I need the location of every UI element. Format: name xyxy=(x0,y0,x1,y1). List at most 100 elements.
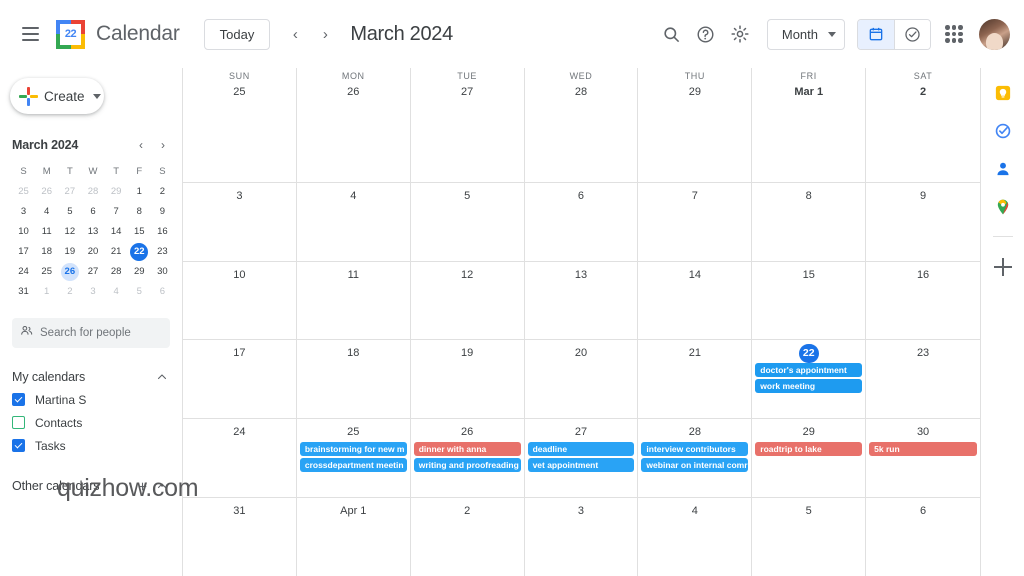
event-chip[interactable]: vet appointment xyxy=(527,458,635,473)
calendar-day-cell[interactable]: 26 dinner with anna writing and proofreadi… xyxy=(411,419,525,498)
next-period-button[interactable]: › xyxy=(310,19,340,49)
mini-day[interactable]: 19 xyxy=(58,242,81,262)
contacts-icon[interactable] xyxy=(992,158,1014,180)
calendar-day-cell[interactable]: Mar 1 xyxy=(752,104,867,182)
calendar-day-cell[interactable]: 28 xyxy=(525,104,639,182)
mini-day[interactable]: 9 xyxy=(151,202,174,222)
calendar-checkbox[interactable] xyxy=(12,416,25,429)
apps-grid-icon[interactable] xyxy=(937,17,971,51)
day-number[interactable]: 21 xyxy=(638,343,751,363)
mini-day[interactable]: 17 xyxy=(12,242,35,262)
mini-day[interactable]: 5 xyxy=(58,202,81,222)
calendar-day-cell[interactable]: 13 xyxy=(525,261,639,340)
day-number[interactable]: 31 xyxy=(183,501,296,521)
day-number[interactable]: 27 xyxy=(525,422,638,442)
calendar-day-cell[interactable]: 26 xyxy=(297,104,411,182)
calendar-list-item[interactable]: Tasks xyxy=(12,434,172,457)
calendar-day-cell[interactable]: 5 xyxy=(411,182,525,261)
prev-period-button[interactable]: ‹ xyxy=(280,19,310,49)
other-calendars-header[interactable]: Other calendars xyxy=(12,475,172,497)
today-button[interactable]: Today xyxy=(203,18,271,50)
calendar-day-cell[interactable]: 10 xyxy=(183,261,297,340)
mini-prev-button[interactable]: ‹ xyxy=(130,134,152,156)
calendar-day-cell[interactable]: 27 deadline vet appointment xyxy=(525,419,639,498)
calendar-day-cell[interactable]: 18 xyxy=(297,340,411,419)
day-number[interactable]: 9 xyxy=(866,186,980,206)
event-chip[interactable]: dinner with anna xyxy=(413,442,521,457)
mini-day[interactable]: 10 xyxy=(12,222,35,242)
gear-icon[interactable] xyxy=(723,17,757,51)
calendar-day-cell[interactable]: 23 xyxy=(866,340,980,418)
calendar-day-cell[interactable]: 8 xyxy=(752,182,867,261)
day-number[interactable]: 28 xyxy=(638,422,751,442)
chevron-up-icon[interactable] xyxy=(152,367,172,387)
event-chip[interactable]: crossdepartment meetin xyxy=(299,458,407,473)
calendar-day-cell[interactable]: 4 xyxy=(297,182,411,261)
search-icon[interactable] xyxy=(655,17,689,51)
event-chip[interactable]: interview contributors xyxy=(641,442,749,457)
mini-next-button[interactable]: › xyxy=(152,134,174,156)
day-number[interactable]: 29 xyxy=(689,82,701,102)
calendar-day-cell[interactable]: 15 xyxy=(752,261,867,340)
day-number[interactable]: 15 xyxy=(752,265,865,285)
day-number[interactable]: 25 xyxy=(233,82,245,102)
calendar-list-item[interactable]: Contacts xyxy=(12,411,172,434)
mini-day[interactable]: 4 xyxy=(35,202,58,222)
help-icon[interactable] xyxy=(689,17,723,51)
mini-day[interactable]: 25 xyxy=(12,182,35,202)
hamburger-icon[interactable] xyxy=(10,14,50,54)
view-selector[interactable]: Month xyxy=(766,18,845,50)
create-button[interactable]: Create xyxy=(10,78,104,114)
day-number[interactable]: 4 xyxy=(297,186,410,206)
calendar-day-cell[interactable]: 2 xyxy=(866,104,980,182)
avatar[interactable] xyxy=(979,18,1010,50)
calendar-day-cell[interactable]: 22 doctor's appointment work meeting xyxy=(752,340,867,419)
day-number[interactable]: 19 xyxy=(411,343,524,363)
mini-day[interactable]: 31 xyxy=(12,282,35,302)
calendar-day-cell[interactable]: 3 xyxy=(525,498,639,576)
day-number[interactable]: 5 xyxy=(411,186,524,206)
add-app-button[interactable] xyxy=(991,255,1015,279)
calendar-day-cell[interactable]: 29 roadtrip to lake xyxy=(752,419,867,498)
day-number[interactable]: 6 xyxy=(866,501,980,521)
calendar-day-cell[interactable]: 6 xyxy=(525,182,639,261)
mini-day[interactable]: 26 xyxy=(35,182,58,202)
mini-day[interactable]: 25 xyxy=(35,262,58,282)
day-number[interactable]: 25 xyxy=(297,422,410,442)
mini-day[interactable]: 1 xyxy=(35,282,58,302)
calendar-day-cell[interactable]: 25 xyxy=(183,104,297,182)
calendar-day-cell[interactable]: 25 brainstorming for new m crossdepartment… xyxy=(297,419,411,498)
calendar-day-cell[interactable]: 2 xyxy=(411,498,525,576)
mini-day[interactable]: 2 xyxy=(58,282,81,302)
event-chip[interactable]: work meeting xyxy=(755,379,863,394)
day-number[interactable]: 3 xyxy=(525,501,638,521)
mini-day[interactable]: 3 xyxy=(81,282,104,302)
event-chip[interactable]: deadline xyxy=(527,442,635,457)
mini-day[interactable]: 16 xyxy=(151,222,174,242)
event-chip[interactable]: 5k run xyxy=(869,442,977,457)
calendar-checkbox[interactable] xyxy=(12,393,25,406)
calendar-day-cell[interactable]: 6 xyxy=(866,498,980,576)
mini-day[interactable]: 23 xyxy=(151,242,174,262)
mini-day[interactable]: 27 xyxy=(81,262,104,282)
mini-day[interactable]: 27 xyxy=(58,182,81,202)
event-chip[interactable]: roadtrip to lake xyxy=(755,442,863,457)
day-number[interactable]: 4 xyxy=(638,501,751,521)
plus-icon[interactable] xyxy=(132,476,152,496)
mini-day[interactable]: 20 xyxy=(81,242,104,262)
day-number[interactable]: 6 xyxy=(525,186,638,206)
event-chip[interactable]: doctor's appointment xyxy=(755,363,863,378)
mini-day[interactable]: 6 xyxy=(151,282,174,302)
mini-day[interactable]: 21 xyxy=(105,242,128,262)
calendar-icon[interactable] xyxy=(858,19,894,49)
calendar-day-cell[interactable]: 28 interview contributors webinar on inter… xyxy=(638,419,753,498)
day-number[interactable]: 8 xyxy=(752,186,865,206)
mini-day[interactable]: 30 xyxy=(151,262,174,282)
event-chip[interactable]: writing and proofreading xyxy=(413,458,521,473)
mini-day[interactable]: 1 xyxy=(128,182,151,202)
day-number[interactable]: 18 xyxy=(297,343,410,363)
calendar-day-cell[interactable]: 9 xyxy=(866,183,980,261)
day-number[interactable]: 2 xyxy=(411,501,524,521)
calendar-list-item[interactable]: Martina S xyxy=(12,388,172,411)
mini-day[interactable]: 2 xyxy=(151,182,174,202)
